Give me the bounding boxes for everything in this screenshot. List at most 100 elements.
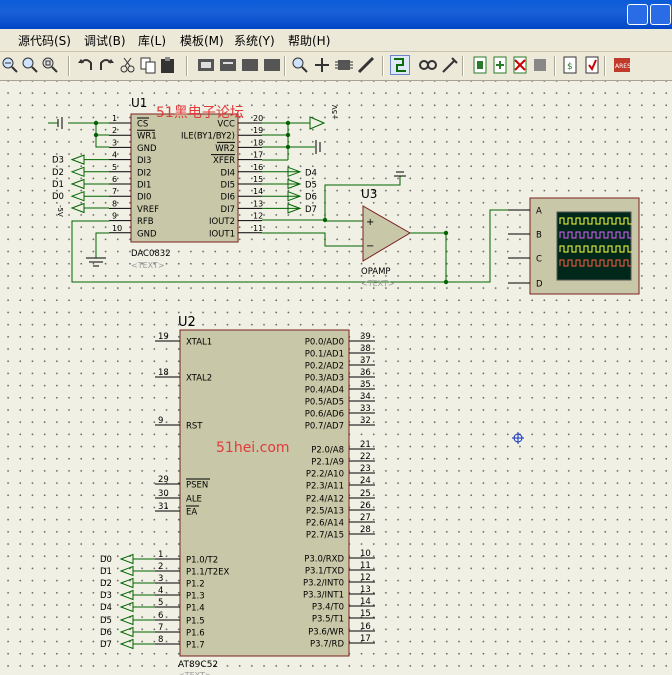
u2-pin-name: P3.1/TXD <box>305 567 345 577</box>
u2-pin-number: 13 <box>360 585 371 595</box>
zoom-out-icon[interactable] <box>0 55 20 75</box>
redo-icon[interactable] <box>96 55 116 75</box>
block-delete-icon[interactable] <box>262 55 282 75</box>
u2-pin-number: 23 <box>360 464 371 474</box>
ares-netlist-icon[interactable]: ARES <box>612 55 632 75</box>
terminal-arrow <box>119 577 134 589</box>
watermark-site: 51hei.com <box>216 440 290 456</box>
u2-pin-name: ALE <box>186 495 202 505</box>
cut-icon[interactable] <box>118 55 138 75</box>
u3-part-label: OPAMP <box>361 267 391 277</box>
u1-pin-number: 3 <box>112 138 117 147</box>
supply-arrow <box>309 116 326 130</box>
u2-pin-number: 8 <box>158 635 163 645</box>
maximize-button[interactable] <box>650 4 671 25</box>
u2-pin-number: 36 <box>360 368 371 378</box>
u2-pin-number: 34 <box>360 392 371 402</box>
u2-pin-name: P1.1/T2EX <box>186 568 229 578</box>
goto-sheet-icon[interactable] <box>530 55 550 75</box>
u1-pin-number: 8 <box>112 199 117 208</box>
scope-a-wire <box>446 209 508 283</box>
u2-pin-name: P2.2/A10 <box>306 470 344 480</box>
u2-pin-number: 35 <box>360 380 371 390</box>
title-bar <box>0 0 672 29</box>
u1-pin-name: DI4 <box>221 168 235 178</box>
pick-device-icon[interactable] <box>290 55 310 75</box>
terminal-label-D5: D5 <box>305 181 317 191</box>
u2-pin-number: 24 <box>360 476 371 486</box>
u2-pin-name: P1.0/T2 <box>186 556 218 566</box>
search-tag-icon[interactable] <box>418 55 438 75</box>
copy-icon[interactable] <box>138 55 158 75</box>
u2-pin-name: P3.6/WR <box>308 628 344 638</box>
scope-channel-label: A <box>536 207 542 217</box>
terminal-label-D1: D1 <box>52 180 64 190</box>
u2-pin-number: 17 <box>360 634 371 644</box>
u1-pin-name: ILE(BY1/BY2) <box>181 132 235 142</box>
u1-pin-name: VCC <box>217 120 235 130</box>
iout1-wire <box>262 232 363 247</box>
zoom-all-icon[interactable] <box>40 55 60 75</box>
u1-pin-number: 4 <box>112 151 117 160</box>
u1-pin-name: DI2 <box>137 168 151 178</box>
terminal-label-D2: D2 <box>52 168 64 178</box>
u1-pin-number: 1 <box>112 114 117 123</box>
u3-text-label: <TEXT> <box>361 279 395 288</box>
u1-pin-name: GND <box>137 144 157 154</box>
toolbar-separator <box>68 56 70 76</box>
u1-pin-name: DI3 <box>137 156 151 166</box>
u2-pin-number: 37 <box>360 356 371 366</box>
paste-icon[interactable] <box>158 55 178 75</box>
decompose-icon[interactable] <box>356 55 376 75</box>
electrical-check-icon[interactable] <box>582 55 602 75</box>
u1-pin-number: 15 <box>253 175 263 184</box>
u2-pin-name: XTAL2 <box>186 374 212 384</box>
toolbar-separator <box>604 56 606 76</box>
iout2-wire <box>262 219 363 222</box>
block-copy-icon[interactable] <box>196 55 216 75</box>
block-rotate-icon[interactable] <box>240 55 260 75</box>
u2-text-label: <TEXT> <box>178 671 212 675</box>
menu-system[interactable]: 系统(Y) <box>234 32 275 49</box>
terminal-arrow <box>119 553 134 565</box>
toolbar-separator <box>554 56 556 76</box>
package-tool-icon[interactable] <box>334 55 354 75</box>
u2-pin-number: 38 <box>360 344 371 354</box>
u2-pin-name: P0.4/AD4 <box>305 386 344 396</box>
property-tool-icon[interactable] <box>440 55 460 75</box>
u1-pin-name: DI6 <box>221 193 235 203</box>
toolbar: $ ARES <box>0 52 672 81</box>
u3-ref-label: U3 <box>361 187 377 201</box>
menu-library[interactable]: 库(L) <box>138 32 166 49</box>
u2-pin-name: P2.6/A14 <box>306 519 344 529</box>
u1-pin-number: 19 <box>253 126 263 135</box>
new-sheet-icon[interactable] <box>470 55 490 75</box>
junction-dot <box>93 132 99 138</box>
terminal-arrow <box>70 190 85 202</box>
scope-channel-label: D <box>536 280 543 290</box>
u2-pin-number: 33 <box>360 404 371 414</box>
u2-pin-name: P2.7/A15 <box>306 531 344 541</box>
add-sheet-icon[interactable] <box>490 55 510 75</box>
wire-autorouter-icon[interactable] <box>390 55 410 75</box>
bill-of-materials-icon[interactable]: $ <box>560 55 580 75</box>
u1-pin-number: 17 <box>253 151 263 160</box>
block-move-icon[interactable] <box>218 55 238 75</box>
terminal-label-D6: D6 <box>305 193 317 203</box>
make-device-icon[interactable] <box>312 55 332 75</box>
u2-ref-label: U2 <box>178 315 196 330</box>
u1-pin-number: 16 <box>253 163 263 172</box>
u2-pin-number: 39 <box>360 332 371 342</box>
undo-icon[interactable] <box>76 55 96 75</box>
menu-source[interactable]: 源代码(S) <box>18 32 71 49</box>
schematic-canvas[interactable]: U1 1 CS 2 WR1 3 GND 4 DI3 5 DI2 6 DI1 7 DI0 8 VREF 9 RFB 10… <box>0 81 672 675</box>
menu-debug[interactable]: 调试(B) <box>84 32 126 49</box>
zoom-area-icon[interactable] <box>20 55 40 75</box>
u2-pin-number: 31 <box>158 502 169 512</box>
menu-help[interactable]: 帮助(H) <box>288 32 330 49</box>
minimize-button[interactable] <box>627 4 648 25</box>
remove-sheet-icon[interactable] <box>510 55 530 75</box>
u1-pin-name: DI5 <box>221 181 235 191</box>
menu-template[interactable]: 模板(M) <box>180 32 224 49</box>
u2-pin-number: 3 <box>158 574 163 584</box>
